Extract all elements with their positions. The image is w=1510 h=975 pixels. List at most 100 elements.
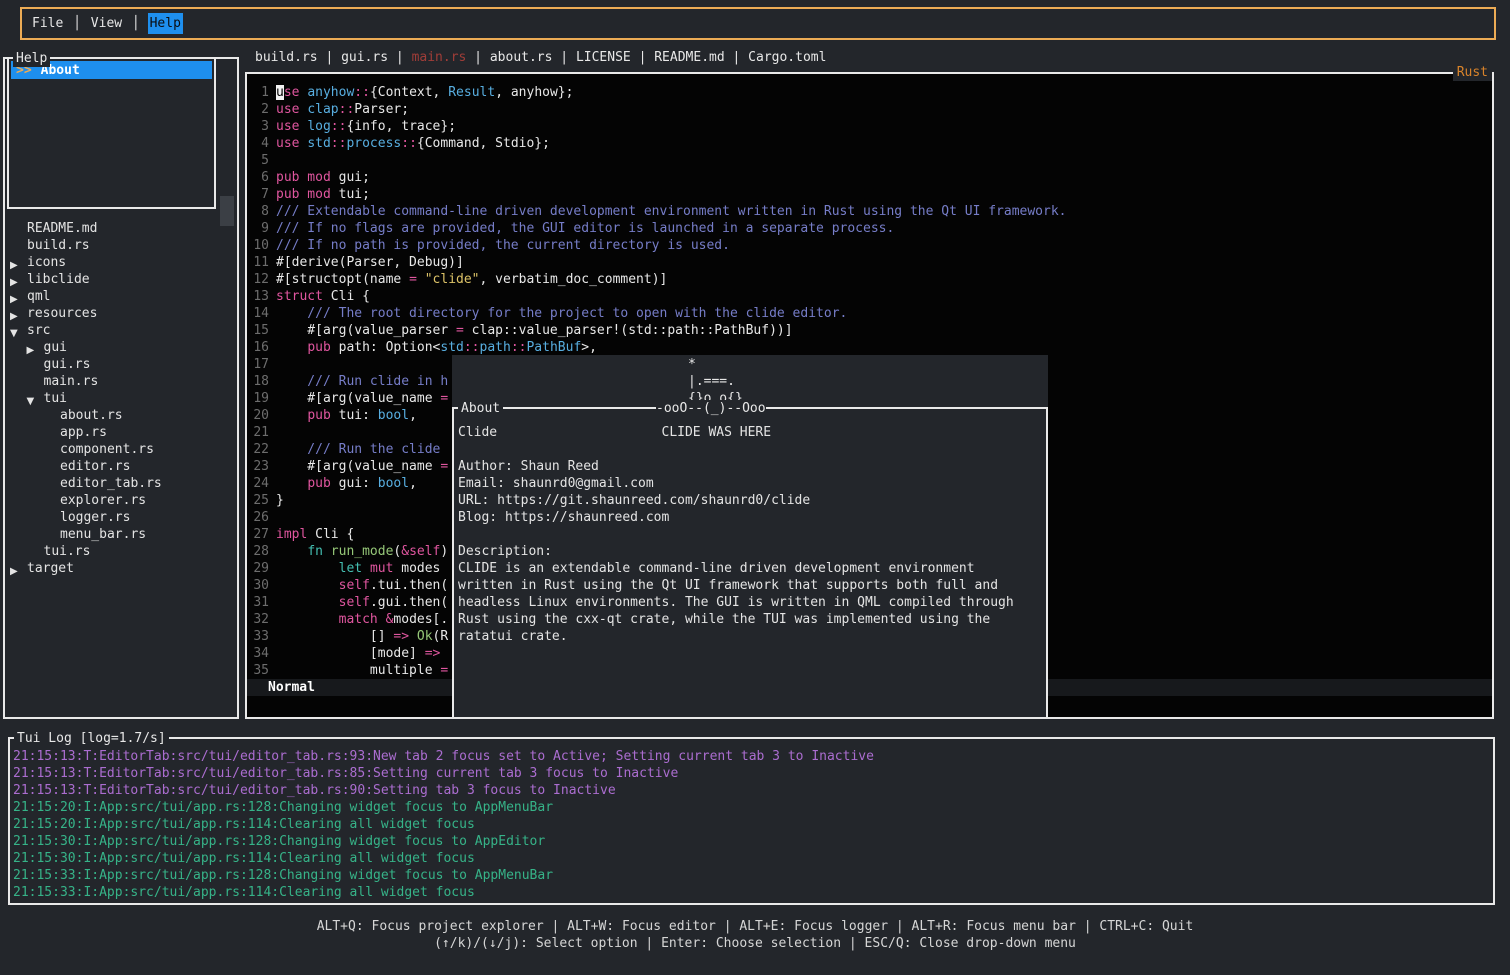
line-number: 12 xyxy=(253,271,269,288)
line-number: 15 xyxy=(253,322,269,339)
code-token: process xyxy=(346,136,401,151)
explorer-item-editor-rs[interactable]: editor.rs xyxy=(5,458,237,475)
editor-tab-cargo-toml[interactable]: Cargo.toml xyxy=(748,50,826,65)
code-token: #[derive(Parser, Debug)] xyxy=(276,255,464,270)
line-number: 26 xyxy=(253,509,269,526)
editor-tab-gui-rs[interactable]: gui.rs xyxy=(341,50,388,65)
explorer-item-about-rs[interactable]: about.rs xyxy=(5,407,237,424)
explorer-item-gui-rs[interactable]: gui.rs xyxy=(5,356,237,373)
editor-tab-build-rs[interactable]: build.rs xyxy=(255,50,318,65)
code-token: run_mode xyxy=(331,544,394,559)
tab-separator: | xyxy=(318,50,341,65)
explorer-item-explorer-rs[interactable]: explorer.rs xyxy=(5,492,237,509)
code-token: :: xyxy=(331,119,347,134)
explorer-item-label: app.rs xyxy=(60,424,107,441)
code-token: :: xyxy=(511,340,527,355)
code-token: match xyxy=(339,612,378,627)
code-token: = xyxy=(440,459,448,474)
explorer-item-component-rs[interactable]: component.rs xyxy=(5,441,237,458)
code-token xyxy=(362,561,370,576)
code-line: 6pub mod gui; xyxy=(247,169,1492,186)
explorer-item-label: tui.rs xyxy=(44,543,91,560)
ascii-art-line: * xyxy=(688,356,743,373)
explorer-item-tui-rs[interactable]: tui.rs xyxy=(5,543,237,560)
explorer-scrollbar-thumb[interactable] xyxy=(220,196,234,226)
line-number: 7 xyxy=(253,186,269,203)
explorer-item-editor_tab-rs[interactable]: editor_tab.rs xyxy=(5,475,237,492)
code-token: #[arg(value_parser xyxy=(276,323,456,338)
code-token xyxy=(276,340,307,355)
line-number: 2 xyxy=(253,101,269,118)
explorer-item-label: explorer.rs xyxy=(60,492,146,509)
about-popup-line: Blog: https://shaunreed.com xyxy=(458,509,1044,526)
line-number: 35 xyxy=(253,662,269,679)
explorer-item-icons[interactable]: ▶icons xyxy=(5,254,237,271)
explorer-item-main-rs[interactable]: main.rs xyxy=(5,373,237,390)
code-token: #[arg(value_name xyxy=(276,459,440,474)
footer-help-bar: ALT+Q: Focus project explorer | ALT+W: F… xyxy=(0,918,1510,952)
explorer-item-label: icons xyxy=(27,254,66,271)
line-number: 11 xyxy=(253,254,269,271)
explorer-item-readme-md[interactable]: README.md xyxy=(5,220,237,237)
code-token: Cli { xyxy=(323,289,370,304)
line-number: 25 xyxy=(253,492,269,509)
explorer-item-tui[interactable]: ▼tui xyxy=(5,390,237,407)
code-token: Result xyxy=(448,85,495,100)
code-token: .gui.then( xyxy=(370,595,448,610)
editor-tab-about-rs[interactable]: about.rs xyxy=(490,50,553,65)
code-token: pub mod xyxy=(276,187,331,202)
code-token: #[arg(value_name xyxy=(276,391,440,406)
code-token: = xyxy=(456,323,464,338)
editor-tab-license[interactable]: LICENSE xyxy=(576,50,631,65)
log-entry: 21:15:13:T:EditorTab:src/tui/editor_tab.… xyxy=(13,748,1493,765)
menu-item-help[interactable]: Help xyxy=(148,13,183,34)
code-token: PathBuf xyxy=(526,340,581,355)
explorer-item-label: resources xyxy=(27,305,97,322)
code-token: #[structopt(name xyxy=(276,272,409,287)
explorer-item-logger-rs[interactable]: logger.rs xyxy=(5,509,237,526)
code-token xyxy=(276,561,339,576)
explorer-item-resources[interactable]: ▶resources xyxy=(5,305,237,322)
menu-bar: File │ View │ Help xyxy=(20,7,1496,40)
line-number: 3 xyxy=(253,118,269,135)
editor-tab-bar: build.rs | gui.rs | main.rs | about.rs |… xyxy=(255,49,826,66)
editor-tab-main-rs[interactable]: main.rs xyxy=(412,50,467,65)
line-number: 28 xyxy=(253,543,269,560)
explorer-item-target[interactable]: ▶target xyxy=(5,560,237,577)
menu-item-file[interactable]: File xyxy=(30,13,65,34)
tui-log-entries: 21:15:13:T:EditorTab:src/tui/editor_tab.… xyxy=(13,748,1493,901)
line-number: 4 xyxy=(253,135,269,152)
line-number: 8 xyxy=(253,203,269,220)
menu-item-view[interactable]: View xyxy=(89,13,124,34)
line-number: 24 xyxy=(253,475,269,492)
code-token: self xyxy=(339,595,370,610)
about-popup-line: Clide CLIDE WAS HERE xyxy=(458,424,1044,441)
explorer-item-menu_bar-rs[interactable]: menu_bar.rs xyxy=(5,526,237,543)
about-popup-content: Clide CLIDE WAS HEREAuthor: Shaun ReedEm… xyxy=(458,424,1044,645)
line-number: 6 xyxy=(253,169,269,186)
code-line: 10/// If no path is provided, the curren… xyxy=(247,237,1492,254)
explorer-item-label: about.rs xyxy=(60,407,123,424)
explorer-item-gui[interactable]: ▶gui xyxy=(5,339,237,356)
code-token: struct xyxy=(276,289,323,304)
explorer-item-libclide[interactable]: ▶libclide xyxy=(5,271,237,288)
code-token: se xyxy=(284,85,300,100)
help-dropdown-menu: Help >>About xyxy=(7,57,216,209)
explorer-item-build-rs[interactable]: build.rs xyxy=(5,237,237,254)
code-token: "clide" xyxy=(425,272,480,287)
explorer-item-app-rs[interactable]: app.rs xyxy=(5,424,237,441)
explorer-item-src[interactable]: ▼src xyxy=(5,322,237,339)
about-popup-title: About xyxy=(458,400,503,417)
code-token: = xyxy=(440,391,448,406)
tab-separator: | xyxy=(631,50,654,65)
about-popup-line xyxy=(458,441,1044,458)
editor-tab-readme-md[interactable]: README.md xyxy=(654,50,724,65)
explorer-item-label: main.rs xyxy=(44,373,99,390)
about-popup-box: About -ooO--(_)--Ooo Clide CLIDE WAS HER… xyxy=(452,407,1048,719)
about-popup: *|.===.{}o o{} About -ooO--(_)--Ooo Clid… xyxy=(452,355,1048,719)
code-token: {info, trace}; xyxy=(346,119,456,134)
line-number: 5 xyxy=(253,152,269,169)
code-token: [] xyxy=(276,629,393,644)
explorer-item-qml[interactable]: ▶qml xyxy=(5,288,237,305)
chevron-right-icon: ▶ xyxy=(10,563,18,580)
